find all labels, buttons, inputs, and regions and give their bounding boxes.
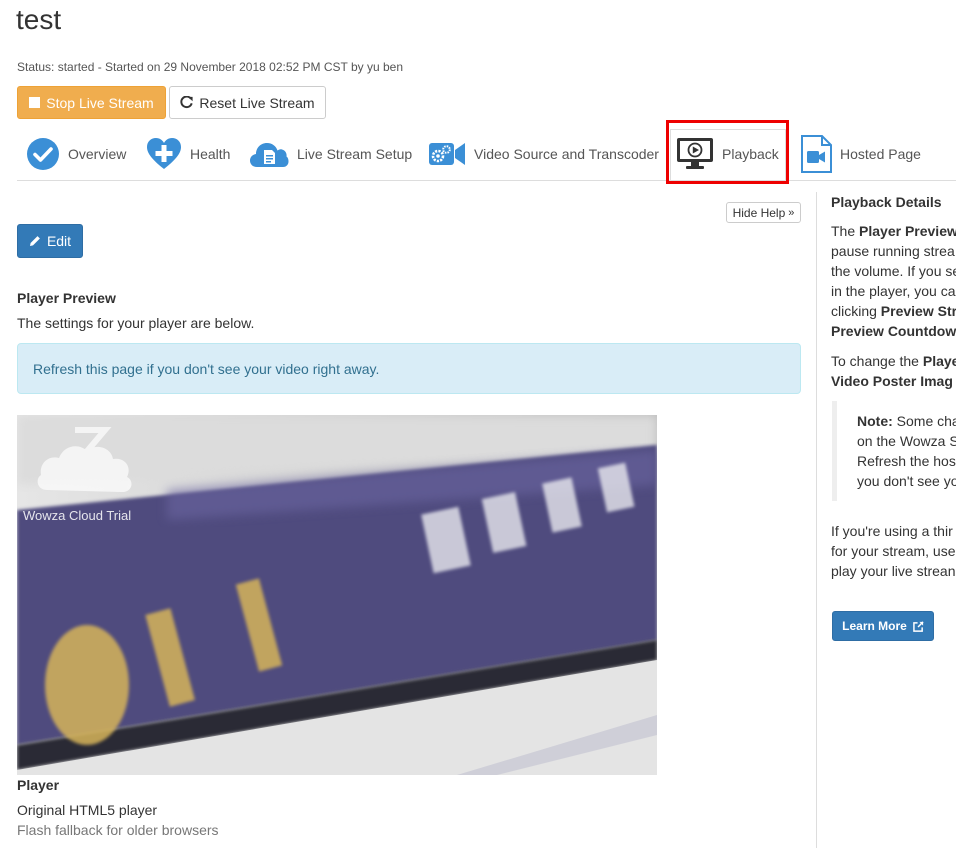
tab-live-stream-setup[interactable]: Live Stream Setup (249, 128, 412, 180)
edit-label: Edit (46, 233, 72, 249)
video-gear-icon (429, 143, 465, 165)
player-preview-heading: Player Preview (17, 290, 116, 306)
tab-hosted-page[interactable]: Hosted Page (800, 128, 921, 180)
external-link-icon (913, 620, 924, 632)
help-text: pause running strea (831, 243, 955, 259)
help-text: To change the (831, 353, 923, 369)
tab-hosted-page-label: Hosted Page (840, 146, 921, 162)
reset-live-stream-label: Reset Live Stream (199, 94, 315, 111)
cloud-document-icon (250, 143, 289, 167)
tab-health-label: Health (190, 146, 231, 162)
help-note: Note: Some cha on the Wowza S Refresh th… (857, 411, 956, 491)
learn-more-label: Learn More (842, 619, 907, 633)
tab-video-source-transcoder-label: Video Source and Transcoder (474, 146, 659, 162)
video-player[interactable]: Wowza Cloud Trial (17, 415, 657, 775)
stream-status-text: Status: started - Started on 29 November… (17, 60, 403, 74)
help-bold-text: Playe (922, 353, 956, 369)
learn-more-button[interactable]: Learn More (832, 611, 934, 641)
help-paragraph-1: The Player Preview pause running strea t… (831, 221, 956, 341)
help-bold-text: Preview Countdow (831, 323, 956, 339)
pencil-icon (29, 236, 40, 246)
help-text: on the Wowza S (857, 433, 956, 449)
double-chevron-right-icon: » (788, 206, 795, 219)
help-heading: Playback Details (831, 194, 942, 210)
help-bold-text: Player Preview (859, 223, 956, 239)
stop-live-stream-button[interactable]: Stop Live Stream (17, 86, 166, 119)
hide-help-label: Hide Help (732, 205, 786, 220)
help-paragraph-3: If you're using a thir for your stream, … (831, 521, 956, 581)
player-preview-text: The settings for your player are below. (17, 315, 255, 331)
help-text: you don't see yo (857, 473, 956, 489)
document-video-icon (801, 135, 832, 173)
help-bold-text: Preview Str (880, 303, 956, 319)
help-bold-text: Note: (857, 413, 893, 429)
edit-button[interactable]: Edit (17, 224, 83, 258)
tab-overview-label: Overview (68, 146, 127, 162)
help-text: If you're using a thir (831, 523, 953, 539)
refresh-alert: Refresh this page if you don't see your … (17, 343, 801, 394)
tab-live-stream-setup-label: Live Stream Setup (297, 146, 413, 162)
help-text: The (831, 223, 860, 239)
tab-health[interactable]: Health (146, 128, 230, 180)
check-circle-icon (27, 138, 59, 170)
refresh-icon (180, 96, 194, 109)
player-type-text: Original HTML5 player (17, 802, 158, 818)
video-frame-image (17, 415, 657, 775)
help-text: in the player, you ca (831, 283, 956, 299)
video-watermark-text: Wowza Cloud Trial (23, 508, 132, 523)
hide-help-button[interactable]: Hide Help » (726, 202, 801, 223)
page-title: test (16, 4, 62, 35)
help-text: Some cha (892, 413, 956, 429)
reset-live-stream-button[interactable]: Reset Live Stream (169, 86, 326, 119)
help-text: clicking (831, 303, 881, 319)
tab-video-source-transcoder[interactable]: Video Source and Transcoder (428, 128, 659, 180)
player-heading: Player (17, 777, 60, 793)
help-text: the volume. If you se (831, 263, 956, 279)
refresh-alert-text: Refresh this page if you don't see your … (33, 360, 380, 377)
help-text: Refresh the hos (857, 453, 956, 469)
stop-live-stream-label: Stop Live Stream (46, 94, 154, 111)
help-bold-text: Video Poster Imag (831, 373, 953, 389)
player-fallback-text: Flash fallback for older browsers (17, 822, 219, 838)
playback-tab-highlight (666, 120, 789, 184)
stop-icon (29, 97, 41, 108)
tab-overview[interactable]: Overview (26, 128, 126, 180)
help-paragraph-2: To change the Playe Video Poster Imag (831, 351, 956, 391)
help-sidebar-divider (816, 192, 817, 848)
heart-plus-icon (147, 138, 181, 169)
help-text: play your live strean (831, 563, 956, 579)
help-text: for your stream, use (831, 543, 956, 559)
